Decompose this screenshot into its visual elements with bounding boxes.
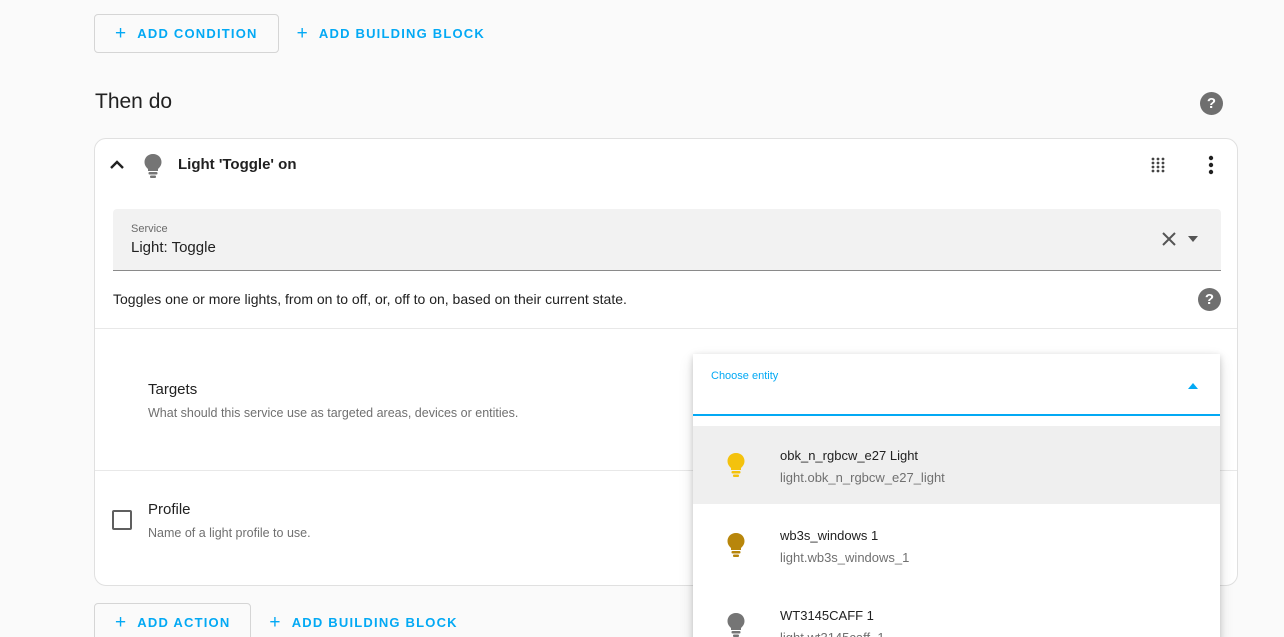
service-field-value: Light: Toggle bbox=[131, 239, 216, 256]
service-help-icon[interactable]: ? bbox=[1198, 288, 1221, 311]
top-button-row: + ADD CONDITION + ADD BUILDING BLOCK bbox=[94, 14, 505, 53]
profile-title: Profile bbox=[148, 501, 191, 518]
targets-subtitle: What should this service use as targeted… bbox=[148, 406, 519, 420]
choose-entity-label: Choose entity bbox=[711, 370, 779, 382]
bottom-button-row: + ADD ACTION + ADD BUILDING BLOCK bbox=[94, 603, 478, 637]
help-icon[interactable]: ? bbox=[1200, 92, 1223, 115]
entity-list: obk_n_rgbcw_e27 Light light.obk_n_rgbcw_… bbox=[693, 426, 1220, 637]
dropdown-collapse-icon[interactable] bbox=[1188, 383, 1198, 389]
service-field-label: Service bbox=[131, 223, 168, 235]
add-condition-button[interactable]: + ADD CONDITION bbox=[94, 14, 279, 53]
lightbulb-icon bbox=[144, 154, 162, 178]
plus-icon: + bbox=[296, 23, 309, 44]
add-action-label: ADD ACTION bbox=[137, 615, 231, 630]
entity-id: light.wb3s_windows_1 bbox=[780, 550, 910, 565]
lightbulb-icon bbox=[727, 453, 745, 477]
entity-option[interactable]: obk_n_rgbcw_e27 Light light.obk_n_rgbcw_… bbox=[693, 426, 1220, 504]
choose-entity-input[interactable]: Choose entity bbox=[693, 354, 1220, 416]
add-building-block-label: ADD BUILDING BLOCK bbox=[291, 615, 458, 630]
profile-checkbox[interactable] bbox=[112, 510, 132, 530]
action-title: Light 'Toggle' on bbox=[178, 156, 297, 173]
lightbulb-icon bbox=[727, 533, 745, 557]
entity-option[interactable]: WT3145CAFF 1 light.wt3145caff_1 bbox=[693, 586, 1220, 637]
service-description: Toggles one or more lights, from on to o… bbox=[113, 291, 627, 307]
drag-handle-icon[interactable] bbox=[1151, 157, 1165, 173]
entity-id: light.wt3145caff_1 bbox=[780, 630, 885, 637]
lightbulb-icon bbox=[727, 613, 745, 637]
plus-icon: + bbox=[115, 612, 128, 633]
add-action-button[interactable]: + ADD ACTION bbox=[94, 603, 252, 637]
add-building-block-label: ADD BUILDING BLOCK bbox=[318, 26, 485, 41]
entity-name: WT3145CAFF 1 bbox=[780, 608, 874, 623]
targets-title: Targets bbox=[148, 381, 198, 398]
entity-id: light.obk_n_rgbcw_e27_light bbox=[780, 470, 945, 485]
plus-icon: + bbox=[269, 612, 282, 633]
entity-picker-dropdown: Choose entity obk_n_rgbcw_e27 Light ligh… bbox=[693, 354, 1220, 637]
dropdown-arrow-icon[interactable] bbox=[1188, 236, 1198, 242]
service-select[interactable]: Service Light: Toggle bbox=[113, 209, 1221, 271]
add-condition-label: ADD CONDITION bbox=[137, 26, 258, 41]
divider bbox=[95, 328, 1237, 329]
clear-icon[interactable] bbox=[1161, 231, 1177, 247]
chevron-up-icon[interactable] bbox=[109, 157, 125, 173]
plus-icon: + bbox=[115, 23, 128, 44]
section-title: Then do bbox=[95, 90, 173, 113]
action-card-header[interactable]: Light 'Toggle' on bbox=[95, 139, 1237, 191]
more-options-icon[interactable] bbox=[1207, 155, 1215, 175]
profile-subtitle: Name of a light profile to use. bbox=[148, 526, 311, 540]
entity-name: wb3s_windows 1 bbox=[780, 528, 879, 543]
add-building-block-button[interactable]: + ADD BUILDING BLOCK bbox=[297, 14, 505, 53]
add-building-block-button-bottom[interactable]: + ADD BUILDING BLOCK bbox=[269, 603, 477, 637]
entity-name: obk_n_rgbcw_e27 Light bbox=[780, 448, 919, 463]
entity-option[interactable]: wb3s_windows 1 light.wb3s_windows_1 bbox=[693, 506, 1220, 584]
